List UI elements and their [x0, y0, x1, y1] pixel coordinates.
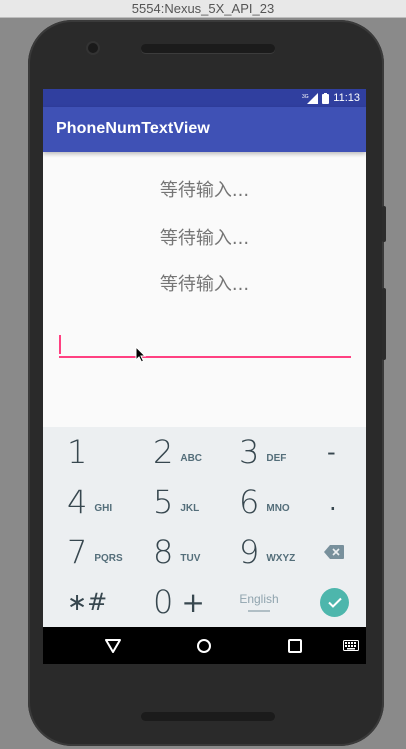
mouse-pointer-icon	[135, 346, 146, 363]
key-2-letters: ABC	[180, 452, 203, 464]
key-9-digit: 9	[239, 533, 260, 571]
numeric-keyboard: 1 2 ABC 3 DEF - 4 GHI 5 JKL 6 MNO . 7 PQ…	[43, 427, 366, 627]
done-button[interactable]	[320, 587, 349, 617]
key-6-digit: 6	[239, 483, 260, 521]
key-2-digit: 2	[153, 433, 174, 471]
key-period-label: .	[329, 488, 337, 516]
front-camera	[88, 43, 98, 53]
language-indicator	[248, 610, 270, 612]
key-1-digit: 1	[67, 433, 88, 471]
status-text-1: 等待输入...	[159, 180, 250, 201]
emulator-titlebar: 5554:Nexus_5X_API_23	[0, 0, 406, 18]
battery-icon	[322, 92, 330, 104]
earpiece-speaker	[141, 44, 275, 53]
key-dash[interactable]: -	[327, 427, 336, 477]
nav-keyboard-switch-button[interactable]	[341, 636, 361, 656]
key-3-digit: 3	[239, 433, 260, 471]
main-content: 等待输入... 等待输入... 等待输入...	[43, 152, 366, 427]
language-label: English	[239, 592, 279, 606]
key-6[interactable]: 6 MNO	[239, 477, 290, 527]
status-text-2: 等待输入...	[159, 228, 250, 249]
key-7-digit: 7	[67, 533, 88, 571]
key-7[interactable]: 7 PQRS	[67, 527, 123, 577]
key-5-letters: JKL	[180, 502, 200, 514]
key-8-digit: 8	[153, 533, 174, 571]
key-5[interactable]: 5 JKL	[153, 477, 199, 527]
nav-back-button[interactable]	[103, 636, 123, 656]
key-star-hash-label: ∗#	[67, 588, 108, 616]
key-star-hash[interactable]: ∗#	[67, 577, 107, 627]
backspace-key[interactable]	[324, 527, 344, 577]
key-5-digit: 5	[153, 483, 174, 521]
nav-recents-button[interactable]	[285, 636, 305, 656]
phone-number-input[interactable]	[59, 332, 351, 358]
done-key[interactable]	[320, 577, 349, 627]
navigation-bar	[43, 627, 366, 664]
device-screen: 3G 11:13 PhoneNumTextView 等待输入... 等待输入..…	[43, 89, 366, 664]
key-3[interactable]: 3 DEF	[239, 427, 286, 477]
key-4[interactable]: 4 GHI	[67, 477, 112, 527]
key-2[interactable]: 2 ABC	[153, 427, 202, 477]
nav-home-button[interactable]	[194, 636, 214, 656]
key-1[interactable]: 1	[67, 427, 87, 477]
bottom-speaker	[141, 712, 275, 721]
key-9[interactable]: 9 WXYZ	[239, 527, 295, 577]
key-8-letters: TUV	[180, 552, 201, 564]
keyboard-switch-icon	[343, 640, 359, 651]
power-button[interactable]	[382, 206, 386, 242]
key-9-letters: WXYZ	[266, 552, 296, 564]
key-6-letters: MNO	[266, 502, 290, 514]
status-time: 11:13	[333, 92, 360, 104]
app-bar: PhoneNumTextView	[43, 107, 366, 152]
text-caret	[59, 335, 61, 354]
app-title: PhoneNumTextView	[56, 120, 210, 137]
key-0-digit: 0	[153, 583, 174, 621]
home-icon	[197, 639, 211, 653]
key-3-letters: DEF	[266, 452, 287, 464]
signal-icon: 3G	[302, 92, 319, 104]
back-icon	[105, 639, 121, 653]
key-dash-label: -	[327, 438, 336, 466]
key-7-letters: PQRS	[94, 552, 123, 564]
status-text-3: 等待输入...	[159, 274, 250, 295]
key-period[interactable]: .	[329, 477, 337, 527]
key-0[interactable]: 0 +	[153, 577, 205, 627]
language-key[interactable]: English	[234, 577, 284, 627]
status-bar: 3G 11:13	[43, 89, 366, 107]
emulator-title: 5554:Nexus_5X_API_23	[131, 1, 275, 16]
network-type-label: 3G	[302, 94, 309, 100]
status-icons: 3G 11:13	[302, 92, 360, 104]
key-8[interactable]: 8 TUV	[153, 527, 200, 577]
key-4-digit: 4	[67, 483, 88, 521]
recents-icon	[288, 639, 302, 653]
key-4-letters: GHI	[94, 502, 113, 514]
key-0-plus: +	[181, 585, 205, 619]
backspace-icon	[324, 545, 344, 559]
volume-button[interactable]	[382, 288, 386, 360]
check-icon	[327, 597, 342, 608]
